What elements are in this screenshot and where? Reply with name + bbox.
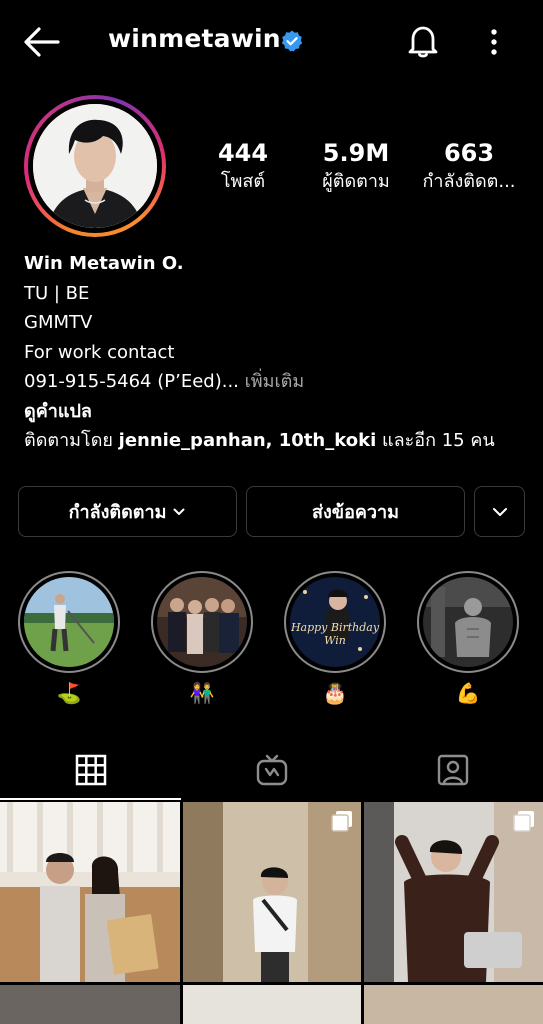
following-count: 663 (443, 139, 495, 167)
chevron-down-icon (492, 507, 507, 516)
posts-grid (0, 802, 543, 1024)
followed-by-prefix: ติดตามโดย (24, 430, 119, 451)
chevron-down-icon (173, 508, 185, 515)
tab-igtv[interactable] (181, 740, 362, 800)
story-highlight[interactable]: Happy Birthday Win 🎂 (284, 571, 386, 705)
see-more-link[interactable]: เพิ่มเติม (245, 371, 305, 392)
display-name: Win Metawin O. (24, 253, 184, 274)
post-thumbnail[interactable] (183, 985, 361, 1024)
avatar (33, 104, 157, 228)
post-thumbnail[interactable] (0, 802, 180, 982)
post-thumbnail[interactable] (364, 802, 543, 982)
birthday-cake-emoji: 🎂 (322, 681, 348, 705)
grid-icon (75, 754, 106, 786)
more-options-icon[interactable] (482, 24, 506, 60)
posts-count: 444 (217, 139, 269, 167)
tagged-icon (437, 754, 468, 786)
top-bar: winmetawin (0, 0, 543, 84)
verified-badge-icon (281, 30, 303, 52)
followed-by-line[interactable]: ติดตามโดย jennie_panhan, 10th_koki และอี… (24, 426, 534, 456)
igtv-icon (256, 754, 287, 786)
followers-count: 5.9M (322, 139, 390, 167)
posts-label: โพสต์ (220, 171, 266, 192)
tab-posts-grid[interactable] (0, 740, 181, 800)
story-highlight[interactable]: ⛳ (18, 571, 120, 705)
following-stat[interactable]: 663 กำลังติดต... (416, 138, 522, 196)
post-thumbnail[interactable] (364, 985, 543, 1024)
highlight-cover-birthday: Happy Birthday Win (290, 577, 380, 667)
bio-phone-line: 091-915-5464 (P’Eed)... เพิ่มเติม (24, 367, 534, 397)
following-button-label: กำลังติดตาม (68, 502, 167, 523)
highlight-cover-family (157, 577, 247, 667)
following-label: กำลังติดต... (422, 171, 516, 192)
profile-username: winmetawin (108, 24, 281, 53)
profile-tabs (0, 740, 543, 800)
golf-flag-emoji: ⛳ (56, 681, 82, 705)
bio-line: GMMTV (24, 312, 93, 333)
multiple-photos-icon (513, 811, 534, 832)
highlight-birthday-text: Happy Birthday Win (290, 621, 380, 647)
highlight-cover-gym (423, 577, 513, 667)
bio-line: For work contact (24, 341, 175, 363)
followers-label: ผู้ติดตาม (322, 171, 390, 192)
following-button[interactable]: กำลังติดตาม (18, 486, 237, 537)
message-button[interactable]: ส่งข้อความ (246, 486, 465, 537)
followed-by-suffix: และอีก 15 คน (376, 430, 495, 451)
message-button-label: ส่งข้อความ (311, 502, 399, 523)
post-thumbnail[interactable] (183, 802, 361, 982)
story-highlight[interactable]: 💪 (417, 571, 519, 705)
profile-avatar-ring[interactable] (24, 95, 166, 237)
post-thumbnail[interactable] (0, 985, 180, 1024)
multiple-photos-icon (331, 811, 352, 832)
couple-emoji: 👫 (189, 681, 215, 705)
followers-stat[interactable]: 5.9M ผู้ติดตาม (308, 138, 404, 196)
bio-line: TU | BE (24, 282, 90, 304)
followed-by-users[interactable]: jennie_panhan, 10th_koki (119, 430, 377, 451)
flexed-biceps-emoji: 💪 (455, 681, 481, 705)
active-tab-indicator (0, 798, 181, 800)
highlight-cover-golf (24, 577, 114, 667)
posts-stat[interactable]: 444 โพสต์ (208, 138, 278, 196)
notification-bell-icon[interactable] (404, 22, 442, 60)
tab-tagged[interactable] (362, 740, 543, 800)
see-translation-link[interactable]: ดูคำแปล (24, 397, 534, 427)
story-highlight[interactable]: 👫 (151, 571, 253, 705)
profile-bio: Win Metawin O. TU | BE GMMTV For work co… (24, 249, 534, 456)
bio-phone: 091-915-5464 (P’Eed)... (24, 371, 239, 392)
back-arrow-icon[interactable] (22, 24, 62, 60)
suggested-accounts-button[interactable] (474, 486, 525, 537)
